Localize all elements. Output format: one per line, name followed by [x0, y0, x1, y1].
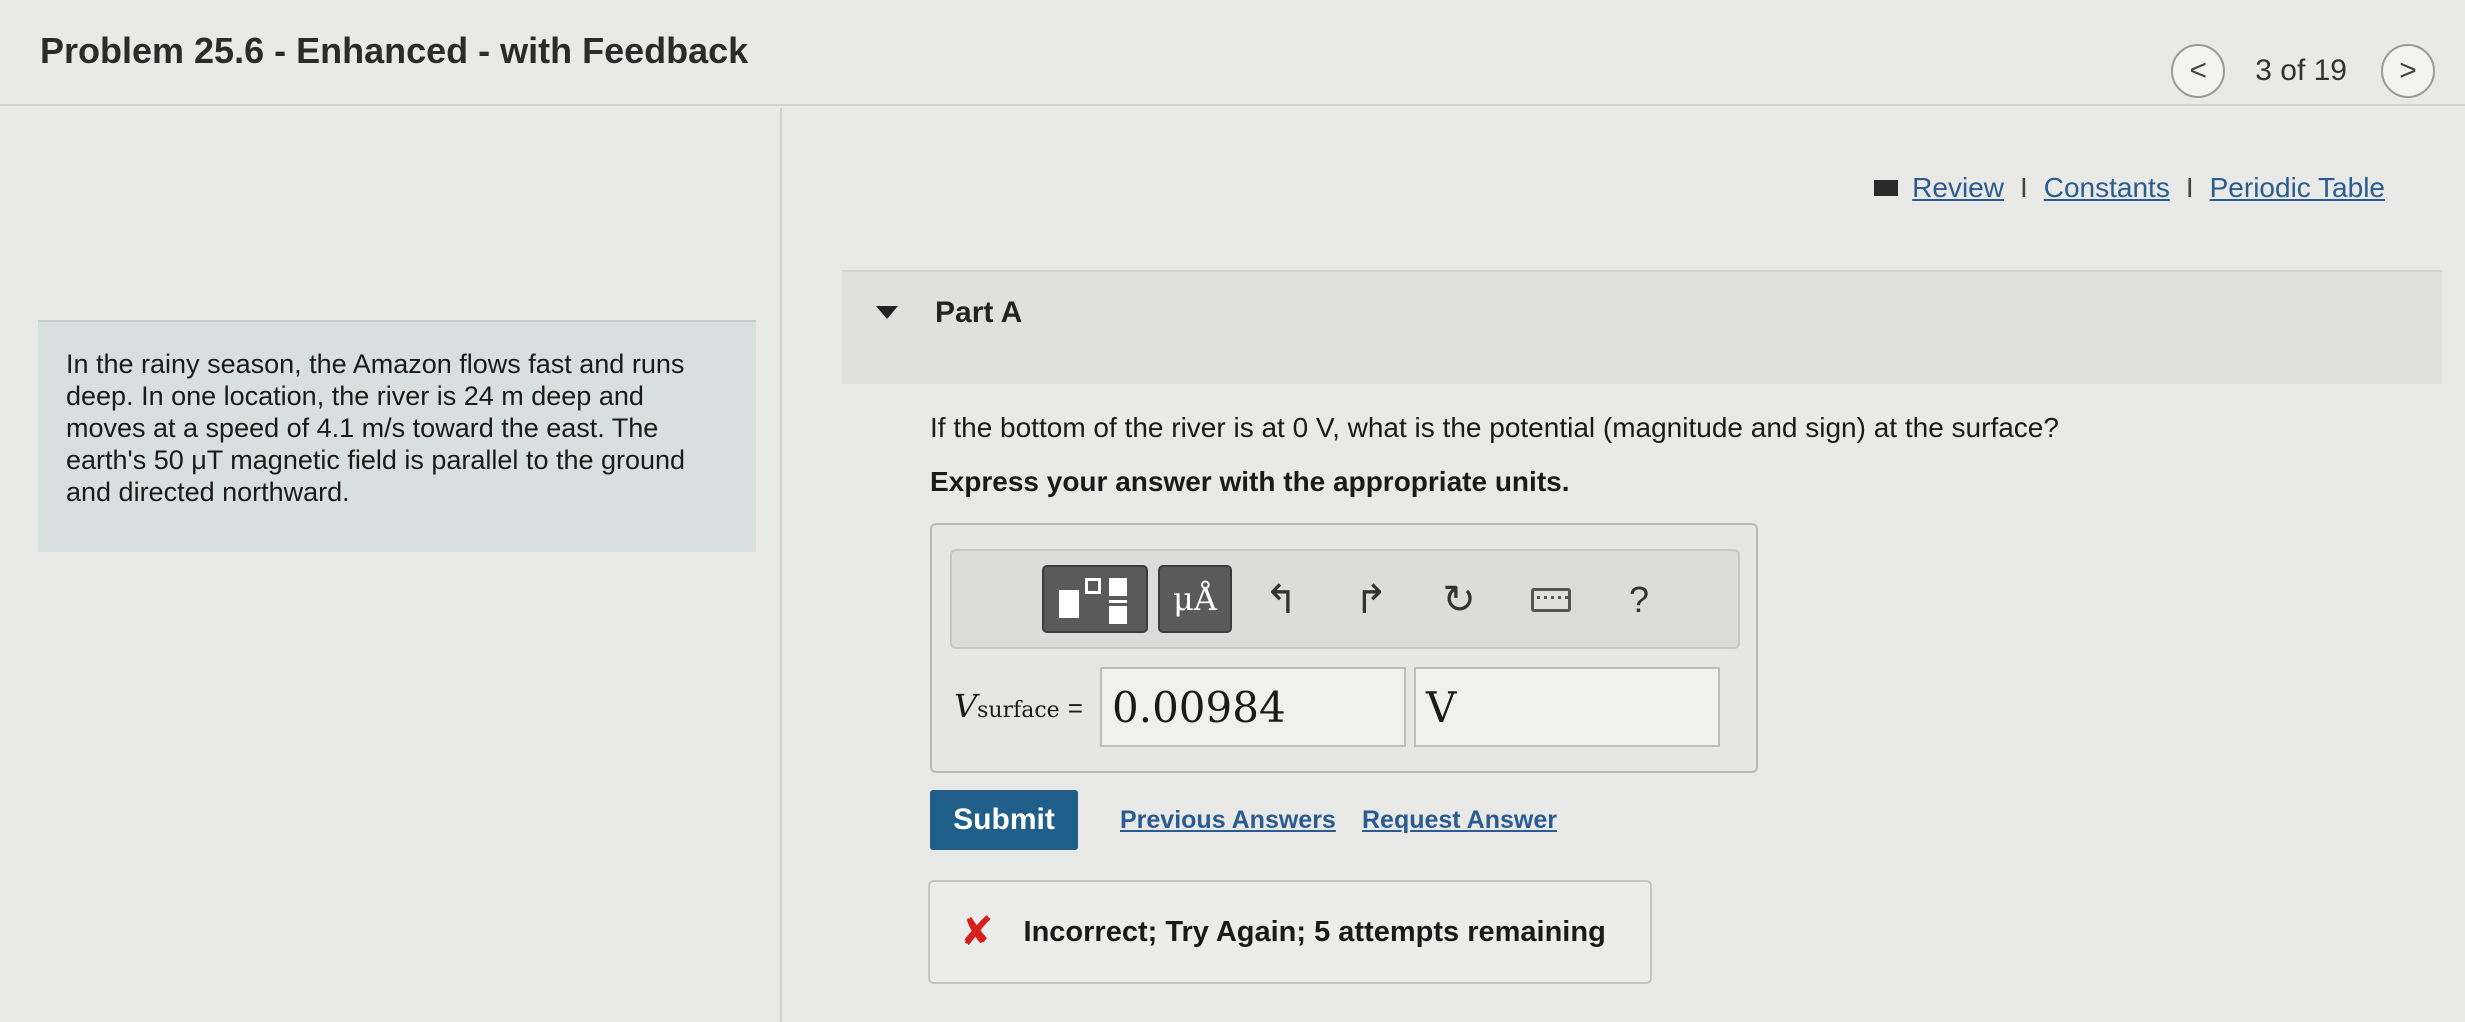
problem-text: In the rainy season, the Amazon flows fa…: [66, 349, 686, 507]
part-label[interactable]: Part A: [935, 296, 1022, 330]
review-link[interactable]: Review: [1912, 172, 2004, 204]
units-label: μÅ: [1173, 580, 1217, 618]
answer-panel: μÅ ↰ ↱ ↻ ? Vsurface = 0.00984 V: [930, 523, 1758, 773]
problem-title: Problem 25.6 - Enhanced - with Feedback: [40, 30, 749, 71]
templates-icon: [1055, 574, 1135, 624]
problem-header: Problem 25.6 - Enhanced - with Feedback …: [0, 0, 2465, 106]
column-divider: [780, 108, 782, 1022]
link-separator: I: [2019, 172, 2028, 203]
reset-button[interactable]: ↻: [1432, 573, 1486, 627]
resource-links: Review I Constants I Periodic Table: [1874, 172, 2385, 204]
pager: < 3 of 19 >: [2171, 44, 2435, 98]
answer-unit: V: [1426, 683, 1457, 732]
problem-statement: In the rainy season, the Amazon flows fa…: [38, 320, 756, 552]
answer-value: 0.00984: [1112, 683, 1286, 732]
answer-variable-label: Vsurface =: [954, 687, 1083, 725]
units-button[interactable]: μÅ: [1158, 565, 1232, 633]
caret-down-icon[interactable]: [876, 306, 898, 319]
feedback-box: ✘ Incorrect; Try Again; 5 attempts remai…: [928, 880, 1652, 984]
part-a-header[interactable]: [842, 272, 2442, 384]
book-icon: [1874, 180, 1899, 196]
instruction-text: Express your answer with the appropriate…: [930, 466, 1570, 497]
answer-unit-input[interactable]: V: [1414, 667, 1720, 747]
submit-button[interactable]: Submit: [930, 790, 1078, 850]
redo-icon: ↱: [1354, 578, 1388, 622]
request-answer-link[interactable]: Request Answer: [1362, 806, 1557, 835]
answer-value-input[interactable]: 0.00984: [1100, 667, 1406, 747]
constants-link[interactable]: Constants: [2044, 172, 2170, 204]
question-text: If the bottom of the river is at 0 V, wh…: [930, 412, 2059, 443]
pager-count: 3 of 19: [2255, 54, 2347, 87]
chevron-left-icon: <: [2189, 54, 2208, 87]
keyboard-icon: [1531, 588, 1571, 612]
keyboard-button[interactable]: [1524, 573, 1578, 627]
previous-answers-link[interactable]: Previous Answers: [1120, 806, 1336, 835]
chevron-right-icon: >: [2399, 54, 2417, 87]
undo-icon: ↰: [1264, 578, 1298, 622]
link-separator: I: [2185, 172, 2194, 203]
reset-icon: ↻: [1442, 578, 1476, 622]
redo-button[interactable]: ↱: [1344, 573, 1398, 627]
help-icon: ?: [1628, 579, 1650, 620]
equals-sign: =: [1067, 693, 1083, 723]
feedback-message: Incorrect; Try Again; 5 attempts remaini…: [1023, 915, 1606, 948]
variable-subscript: surface: [977, 698, 1060, 723]
variable-symbol: V: [954, 687, 978, 725]
next-problem-button[interactable]: >: [2381, 44, 2435, 98]
periodic-table-link[interactable]: Periodic Table: [2210, 172, 2385, 204]
previous-problem-button[interactable]: <: [2171, 44, 2226, 98]
math-toolbar: μÅ ↰ ↱ ↻ ?: [950, 549, 1740, 649]
incorrect-x-icon: ✘: [960, 910, 994, 954]
templates-button[interactable]: [1042, 565, 1148, 633]
help-button[interactable]: ?: [1612, 573, 1666, 627]
undo-button[interactable]: ↰: [1254, 573, 1308, 627]
